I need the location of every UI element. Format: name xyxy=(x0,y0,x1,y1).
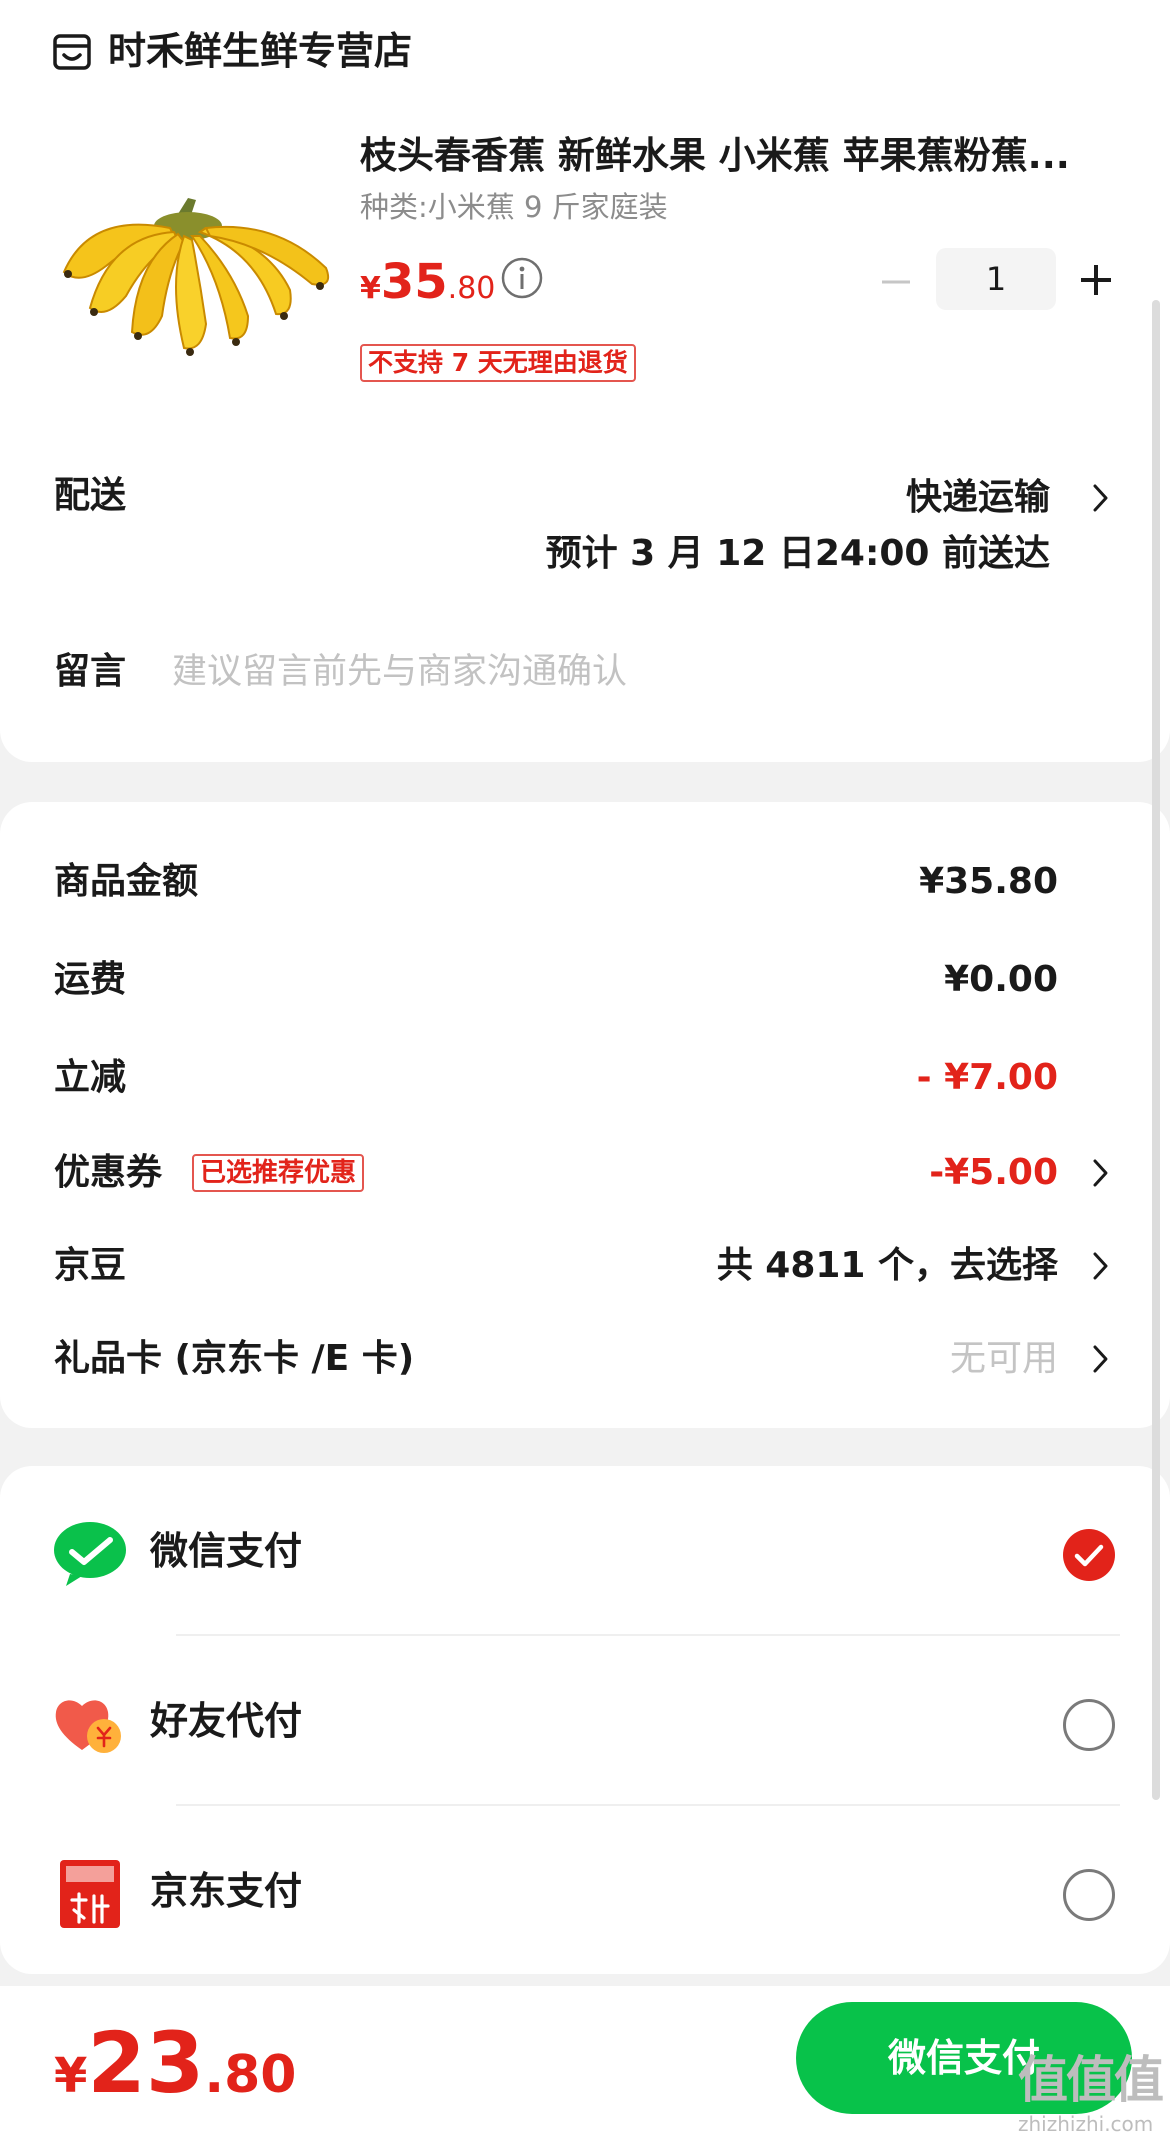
shipping-label: 运费 xyxy=(54,959,127,1000)
goods-amount-label: 商品金额 xyxy=(54,861,199,902)
goods-amount-value: ¥35.80 xyxy=(919,861,1058,902)
shipping-value: ¥0.00 xyxy=(944,959,1058,1000)
chevron-right-icon[interactable] xyxy=(1090,1343,1112,1375)
friend-pay-icon xyxy=(55,1700,121,1753)
quantity-decrease-button[interactable] xyxy=(876,262,916,302)
order-card: 时禾鲜生鲜专营店 枝头春香蕉 新鲜水果 小米蕉 苹果蕉粉蕉... 种类:小米蕉 … xyxy=(0,0,1170,762)
gift-card-row[interactable]: 礼品卡 (京东卡 /E 卡) 无可用 xyxy=(0,1331,1170,1387)
coupon-label: 优惠券 xyxy=(54,1152,163,1193)
product-spec[interactable]: 种类:小米蕉 9 斤家庭装 xyxy=(360,188,668,226)
store-name[interactable]: 时禾鲜生鲜专营店 xyxy=(108,28,412,74)
delivery-eta[interactable]: 预计 3 月 12 日24:00 前送达 xyxy=(546,530,1050,578)
payment-option-friend[interactable]: 好友代付 xyxy=(0,1636,1170,1806)
info-icon[interactable] xyxy=(500,256,544,300)
wechat-pay-icon xyxy=(54,1522,126,1586)
product-image[interactable] xyxy=(50,192,340,372)
price-integer: 35 xyxy=(380,254,448,310)
instant-discount-label: 立减 xyxy=(54,1057,127,1098)
payment-label: 京东支付 xyxy=(150,1869,303,1913)
goods-amount-row: 商品金额 ¥35.80 xyxy=(0,854,1170,910)
total-integer: 23 xyxy=(87,2014,205,2112)
jd-beans-row[interactable]: 京豆 共 4811 个，去选择 xyxy=(0,1238,1170,1294)
chevron-right-icon[interactable] xyxy=(1090,1250,1112,1282)
delivery-label: 配送 xyxy=(54,475,127,516)
instant-discount-row: 立减 - ¥7.00 xyxy=(0,1050,1170,1106)
scrollbar[interactable] xyxy=(1152,300,1160,1800)
payment-method-card: 微信支付 好友代付 京东支付 xyxy=(0,1466,1170,1974)
price-decimal: .80 xyxy=(447,271,496,306)
currency-symbol: ¥ xyxy=(54,2048,88,2104)
gift-card-label: 礼品卡 (京东卡 /E 卡) xyxy=(54,1338,415,1379)
jd-pay-icon xyxy=(60,1860,120,1928)
shipping-row: 运费 ¥0.00 xyxy=(0,952,1170,1008)
coupon-value[interactable]: -¥5.00 xyxy=(929,1145,1058,1201)
radio-unchecked-icon[interactable] xyxy=(1062,1698,1116,1752)
delivery-method[interactable]: 快递运输 xyxy=(906,474,1050,522)
currency-symbol: ¥ xyxy=(360,271,381,306)
total-price: ¥23.80 xyxy=(54,2018,296,2132)
checkout-bar: ¥23.80 微信支付 值值值 zhizhizhi.com xyxy=(0,1986,1170,2150)
product-title[interactable]: 枝头春香蕉 新鲜水果 小米蕉 苹果蕉粉蕉... xyxy=(360,132,1122,180)
quantity-input[interactable]: 1 xyxy=(936,248,1056,310)
watermark-logo: 值值值 xyxy=(1018,2051,1164,2109)
radio-checked-icon[interactable] xyxy=(1062,1528,1116,1582)
coupon-row[interactable]: 优惠券 已选推荐优惠 -¥5.00 xyxy=(0,1145,1170,1201)
radio-unchecked-icon[interactable] xyxy=(1062,1868,1116,1922)
remark-input[interactable] xyxy=(172,644,1072,700)
quantity-increase-button[interactable] xyxy=(1074,258,1118,302)
chevron-right-icon[interactable] xyxy=(1090,1157,1112,1189)
jd-beans-label: 京豆 xyxy=(54,1245,127,1286)
payment-option-wechat[interactable]: 微信支付 xyxy=(0,1466,1170,1636)
payment-option-jd[interactable]: 京东支付 xyxy=(0,1806,1170,1976)
total-decimal: .80 xyxy=(204,2045,297,2105)
chevron-right-icon[interactable] xyxy=(1090,482,1112,514)
jd-beans-value[interactable]: 共 4811 个，去选择 xyxy=(717,1238,1058,1294)
product-price: ¥35.80 xyxy=(360,254,495,321)
store-icon xyxy=(53,34,91,70)
watermark-url: zhizhizhi.com xyxy=(1018,2112,1154,2136)
coupon-tag: 已选推荐优惠 xyxy=(192,1154,365,1192)
payment-label: 微信支付 xyxy=(150,1529,303,1573)
instant-discount-value: - ¥7.00 xyxy=(916,1057,1058,1098)
return-policy-badge: 不支持 7 天无理由退货 xyxy=(360,344,636,382)
price-breakdown-card: 商品金额 ¥35.80 运费 ¥0.00 立减 - ¥7.00 优惠券 已选推荐… xyxy=(0,802,1170,1428)
remark-label: 留言 xyxy=(54,651,127,692)
payment-label: 好友代付 xyxy=(150,1699,303,1743)
gift-card-value: 无可用 xyxy=(949,1338,1058,1379)
